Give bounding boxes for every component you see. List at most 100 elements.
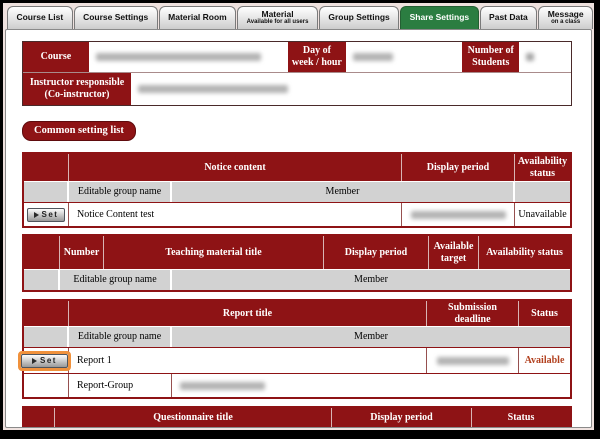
play-icon <box>34 212 39 218</box>
tab-group-settings[interactable]: Group Settings <box>319 6 399 29</box>
tab-label: Material <box>261 10 293 19</box>
instructor-value <box>131 73 571 105</box>
header-status: Status <box>472 408 570 428</box>
subheader-member: Member <box>172 182 515 202</box>
course-info-table: Course Day of week / hour Number of Stud… <box>22 41 572 106</box>
tab-label: Message <box>548 10 584 19</box>
header-cell-empty <box>24 408 55 428</box>
header-submission-deadline: Submission deadline <box>427 301 519 326</box>
header-cell-empty <box>24 154 69 181</box>
report-table-header: Report title Submission deadline Status <box>24 301 570 326</box>
header-status: Status <box>519 301 570 326</box>
day-of-week-label: Day of week / hour <box>288 42 346 72</box>
subheader-editable-group-name: Editable group name <box>60 270 172 290</box>
header-teaching-material-title: Teaching material title <box>104 236 324 269</box>
subheader-cell-empty <box>515 182 570 202</box>
play-icon <box>32 358 37 364</box>
page-background: Course List Course Settings Material Roo… <box>3 3 594 430</box>
questionnaire-table: Questionnaire title Display period Statu… <box>22 406 572 428</box>
highlight-box: Set <box>18 351 71 371</box>
tab-share-settings[interactable]: Share Settings <box>400 6 478 29</box>
students-label: Number of Students <box>462 42 519 72</box>
subheader-member: Member <box>172 327 570 347</box>
instructor-label: Instructor responsible (Co-instructor) <box>23 73 131 105</box>
tab-past-data[interactable]: Past Data <box>480 6 538 29</box>
header-display-period: Display period <box>324 236 429 269</box>
students-value <box>519 42 571 72</box>
header-display-period: Display period <box>402 154 515 181</box>
subheader-cell-empty <box>24 270 60 290</box>
tab-label: Course List <box>16 13 63 22</box>
tab-label: Share Settings <box>410 13 470 22</box>
deadline-redacted <box>437 357 509 365</box>
tab-course-list[interactable]: Course List <box>7 6 73 29</box>
report-submission-deadline <box>427 348 519 373</box>
teaching-material-table: Number Teaching material title Display p… <box>22 234 572 292</box>
tab-label: Group Settings <box>328 13 389 22</box>
subheader-editable-group-name: Editable group name <box>69 182 172 202</box>
course-value <box>89 42 288 72</box>
screenshot-frame: Course List Course Settings Material Roo… <box>0 0 600 439</box>
notice-table: Notice content Display period Availabili… <box>22 152 572 228</box>
report-group-name: Report-Group <box>69 374 172 397</box>
instructor-name-redacted <box>138 85 288 93</box>
course-info-row-2: Instructor responsible (Co-instructor) <box>23 72 571 105</box>
header-cell-empty <box>24 236 60 269</box>
report-title: Report 1 <box>69 348 427 373</box>
teaching-material-header: Number Teaching material title Display p… <box>24 236 570 269</box>
empty-cell <box>24 374 69 397</box>
set-cell: Set <box>24 203 69 226</box>
course-label: Course <box>23 42 89 72</box>
notice-row: Set Notice Content test Unavailable <box>24 202 570 226</box>
students-count-redacted <box>526 53 534 61</box>
subheader-member: Member <box>172 270 570 290</box>
tab-sublabel: Available for all users <box>247 19 309 26</box>
header-availability-status: Availability status <box>479 236 570 269</box>
notice-display-period <box>402 203 515 226</box>
tab-course-settings[interactable]: Course Settings <box>74 6 158 29</box>
teaching-material-subheader: Editable group name Member <box>24 269 570 290</box>
set-button-label: Set <box>40 356 57 365</box>
header-number: Number <box>60 236 104 269</box>
tab-message[interactable]: Message on a class <box>538 6 593 29</box>
members-redacted <box>180 382 265 390</box>
notice-title: Notice Content test <box>69 203 402 226</box>
tab-label: Course Settings <box>83 13 148 22</box>
subheader-cell-empty <box>24 182 69 202</box>
header-available-target: Available target <box>429 236 479 269</box>
report-status: Available <box>519 348 570 373</box>
tab-label: Material Room <box>168 13 227 22</box>
report-group-members <box>172 374 570 397</box>
header-availability-status: Availability status <box>515 154 570 181</box>
subheader-cell-empty <box>24 327 69 347</box>
notice-table-header: Notice content Display period Availabili… <box>24 154 570 181</box>
course-info-row-1: Course Day of week / hour Number of Stud… <box>23 42 571 72</box>
header-display-period: Display period <box>332 408 472 428</box>
day-of-week-value <box>346 42 463 72</box>
course-name-redacted <box>96 53 261 61</box>
tab-material[interactable]: Material Available for all users <box>237 6 318 29</box>
header-questionnaire-title: Questionnaire title <box>55 408 332 428</box>
set-button[interactable]: Set <box>27 208 65 222</box>
header-report-title: Report title <box>69 301 427 326</box>
tab-sublabel: on a class <box>551 19 580 26</box>
set-button-label: Set <box>42 210 59 219</box>
common-setting-list-button[interactable]: Common setting list <box>22 121 136 141</box>
day-of-week-redacted <box>353 53 393 61</box>
tab-label: Past Data <box>489 13 528 22</box>
notice-table-subheader: Editable group name Member <box>24 181 570 202</box>
report-table-subheader: Editable group name Member <box>24 326 570 347</box>
report-group-row: Report-Group <box>24 373 570 397</box>
display-period-redacted <box>411 211 506 219</box>
notice-availability: Unavailable <box>515 203 570 226</box>
subheader-editable-group-name: Editable group name <box>69 327 172 347</box>
set-cell: Set <box>24 348 69 373</box>
report-row: Set Report 1 Available <box>24 347 570 373</box>
set-button-highlighted[interactable]: Set <box>21 354 68 368</box>
tab-material-room[interactable]: Material Room <box>159 6 236 29</box>
questionnaire-table-header: Questionnaire title Display period Statu… <box>24 408 570 428</box>
header-notice-content: Notice content <box>69 154 402 181</box>
content-panel: Course Day of week / hour Number of Stud… <box>5 29 592 428</box>
tab-bar: Course List Course Settings Material Roo… <box>3 3 594 29</box>
report-table: Report title Submission deadline Status … <box>22 299 572 399</box>
